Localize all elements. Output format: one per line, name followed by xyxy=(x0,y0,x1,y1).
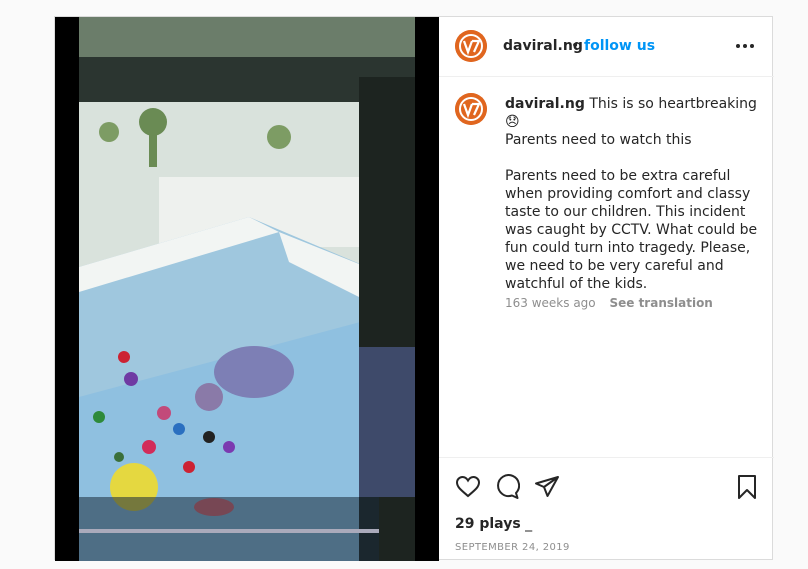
video-player[interactable] xyxy=(79,17,415,561)
comment-icon[interactable] xyxy=(494,474,520,500)
plays-suffix: _ xyxy=(525,516,533,532)
post-side-panel: daviral.ng • follow us daviral.ng This i… xyxy=(439,17,774,561)
caption-line: Parents need to watch this xyxy=(505,132,692,148)
plays-value: 29 plays xyxy=(455,516,521,532)
post-date: SEPTEMBER 24, 2019 xyxy=(455,542,570,553)
more-options-icon[interactable] xyxy=(734,36,756,56)
instagram-post: daviral.ng • follow us daviral.ng This i… xyxy=(54,16,774,561)
share-icon[interactable] xyxy=(534,474,560,500)
see-translation-link[interactable]: See translation xyxy=(609,296,712,310)
media-area xyxy=(55,17,439,561)
heart-icon[interactable] xyxy=(455,474,481,500)
plays-count[interactable]: 29 plays _ xyxy=(455,516,532,532)
avatar[interactable] xyxy=(455,93,487,125)
avatar[interactable] xyxy=(455,30,487,62)
bookmark-icon[interactable] xyxy=(734,474,760,500)
time-ago[interactable]: 163 weeks ago xyxy=(505,296,596,310)
video-frame xyxy=(79,17,415,561)
caption-text: daviral.ng This is so heartbreaking 😞 Pa… xyxy=(505,95,760,293)
daviral-logo-icon xyxy=(455,30,487,62)
daviral-logo-icon xyxy=(455,93,487,125)
post-actions: 29 plays _ SEPTEMBER 24, 2019 xyxy=(439,457,774,561)
caption-line: Parents need to be extra careful when pr… xyxy=(505,168,758,292)
post-header: daviral.ng • follow us xyxy=(439,17,774,77)
caption-username[interactable]: daviral.ng xyxy=(505,96,585,112)
caption-meta: 163 weeks ago See translation xyxy=(505,296,713,310)
follow-button[interactable]: follow us xyxy=(584,38,655,54)
separator-dot: • xyxy=(571,38,580,54)
